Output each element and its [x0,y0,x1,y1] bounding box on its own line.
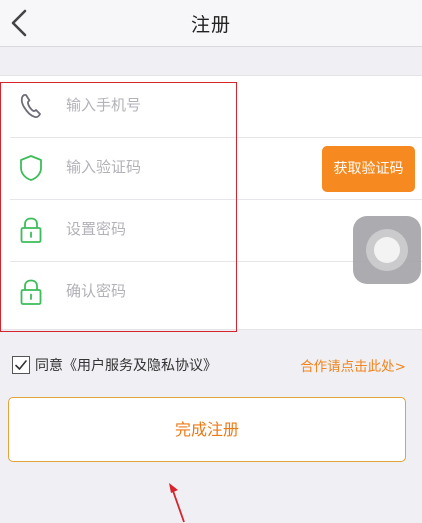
cooperation-link[interactable]: 合作请点击此处> [300,355,406,375]
nav-bar: 注册 [0,0,422,47]
assistive-touch-button[interactable] [353,216,421,284]
annotation-highlight-box [0,82,237,332]
annotation-arrow-icon [169,483,185,523]
complete-registration-button[interactable]: 完成注册 [8,397,406,462]
agreement-checkbox[interactable] [12,356,30,374]
get-verification-code-button[interactable]: 获取验证码 [322,146,415,192]
agreement-text[interactable]: 同意《用户服务及隐私协议》 [35,355,265,375]
checkmark-icon [15,360,27,370]
page-title: 注册 [190,14,231,36]
assistive-touch-core [374,237,400,263]
